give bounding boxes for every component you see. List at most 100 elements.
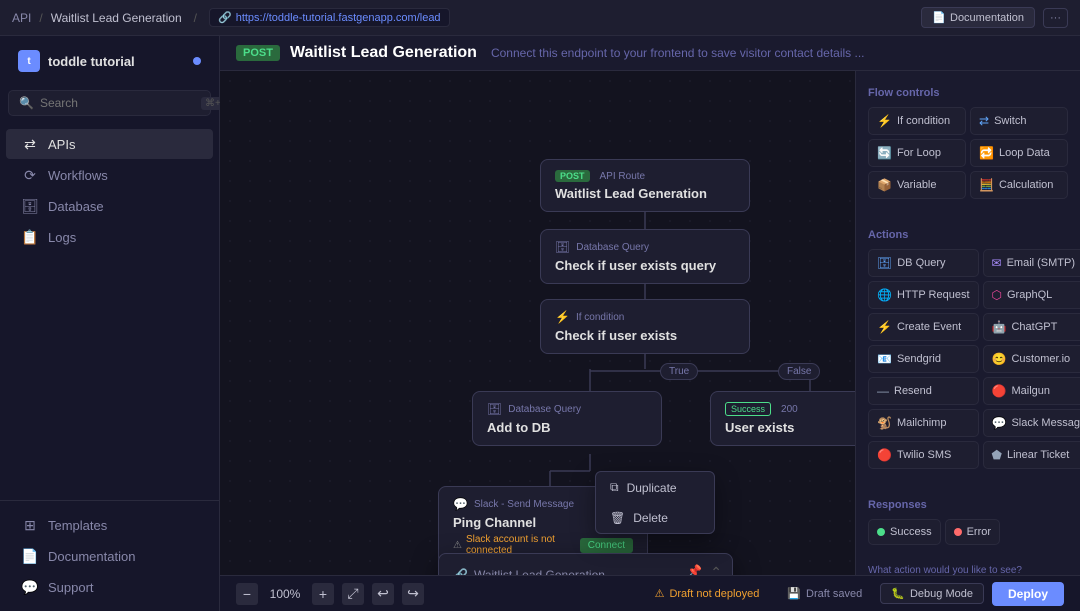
error-response-btn[interactable]: Error [945,519,1000,545]
templates-icon: ⊞ [22,517,38,533]
email-smtp-icon: ✉ [992,256,1002,270]
method-badge: POST [236,45,280,61]
tooltip-pin-icon[interactable]: 📌 [687,564,702,575]
api-route-title: Waitlist Lead Generation [555,186,735,201]
mailgun-label: Mailgun [1011,385,1050,397]
variable-btn-icon: 📦 [877,178,892,192]
sidebar-item-logs[interactable]: 📋 Logs [6,222,213,252]
sidebar-item-templates[interactable]: ⊞ Templates [6,510,213,540]
flow-canvas[interactable]: POST API Route Waitlist Lead Generation … [220,71,855,575]
sidebar-item-workflows[interactable]: ⟳ Workflows [6,160,213,190]
http-request-btn[interactable]: 🌐 HTTP Request [868,281,979,309]
slack-message-btn[interactable]: 💬 Slack Message [983,409,1080,437]
graphql-btn[interactable]: ⬡ GraphQL [983,281,1080,309]
debug-icon: 🐛 [891,587,905,600]
customerio-btn[interactable]: 😊 Customer.io [983,345,1080,373]
delete-icon: 🗑 [610,511,625,525]
support-icon: 💬 [22,579,38,595]
sidebar-item-support[interactable]: 💬 Support [6,572,213,602]
graphql-icon: ⬡ [992,288,1002,302]
add-db-icon: 🗄 [487,402,502,416]
calculation-btn-label: Calculation [999,179,1053,191]
page-header: POST Waitlist Lead Generation Connect th… [220,36,1080,71]
fit-screen-button[interactable]: ⤢ [342,583,364,605]
delete-menu-item[interactable]: 🗑 Delete [596,503,714,533]
success-response-btn[interactable]: Success [868,519,941,545]
graphql-label: GraphQL [1007,289,1052,301]
loop-data-btn-icon: 🔁 [979,146,994,160]
add-to-db-node[interactable]: 🗄 Database Query Add to DB [472,391,662,446]
zoom-in-button[interactable]: + [312,583,334,605]
slack-type: Slack - Send Message [474,499,574,510]
logs-label: Logs [48,230,76,245]
if-condition-node[interactable]: ⚡ If condition Check if user exists [540,299,750,354]
customerio-icon: 😊 [992,352,1007,366]
debug-mode-button[interactable]: 🐛 Debug Mode [880,583,984,604]
documentation-button[interactable]: 📄 Documentation [921,7,1035,28]
for-loop-btn[interactable]: 🔄 For Loop [868,139,966,167]
variable-btn[interactable]: 📦 Variable [868,171,966,199]
zoom-out-button[interactable]: − [236,583,258,605]
zoom-level: 100% [266,587,304,601]
http-request-icon: 🌐 [877,288,892,302]
db-query-1-node[interactable]: 🗄 Database Query Check if user exists qu… [540,229,750,284]
more-options-button[interactable]: ··· [1043,8,1068,28]
email-smtp-btn[interactable]: ✉ Email (SMTP) [983,249,1080,277]
sidebar-item-documentation[interactable]: 📄 Documentation [6,541,213,571]
db-query-action-label: DB Query [897,257,945,269]
responses-section-title: Responses [868,499,1068,511]
mailchimp-label: Mailchimp [897,417,947,429]
mailchimp-icon: 🐒 [877,416,892,430]
saved-icon: 💾 [787,587,801,600]
mailgun-icon: 🔴 [992,384,1007,398]
duplicate-menu-item[interactable]: ⧉ Duplicate [596,472,714,503]
breadcrumb-api[interactable]: API [12,11,31,25]
search-box[interactable]: 🔍 ⌘+k [8,90,211,116]
sidebar-item-apis[interactable]: ⇄ APIs [6,129,213,159]
app-name-item[interactable]: t toddle tutorial [10,44,209,78]
sidebar-item-database[interactable]: 🗄 Database [6,191,213,221]
resend-btn[interactable]: — Resend [868,377,979,405]
db-query-1-title: Check if user exists query [555,258,735,273]
tooltip-expand-icon[interactable]: ⌃ [710,564,722,575]
slack-message-icon: 💬 [992,416,1007,430]
true-label: True [660,363,698,380]
api-route-node[interactable]: POST API Route Waitlist Lead Generation [540,159,750,212]
status-code: 200 [781,404,798,415]
sendgrid-btn[interactable]: 📧 Sendgrid [868,345,979,373]
loop-data-btn[interactable]: 🔁 Loop Data [970,139,1068,167]
bottom-bar: − 100% + ⤢ ↩ ↪ ⚠ Draft not deployed 💾 Dr… [220,575,1080,611]
db-query-action-btn[interactable]: 🗄 DB Query [868,249,979,277]
workflows-icon: ⟳ [22,167,38,183]
documentation-label: Documentation [48,549,135,564]
linear-ticket-icon: ⬟ [992,448,1002,462]
redo-button[interactable]: ↪ [402,583,424,605]
user-exists-node[interactable]: Success 200 User exists [710,391,855,446]
endpoint-url[interactable]: 🔗 https://toddle-tutorial.fastgenapp.com… [209,8,450,27]
create-event-btn[interactable]: ⚡ Create Event [868,313,979,341]
api-type-label: API Route [600,171,646,182]
calculation-btn[interactable]: 🧮 Calculation [970,171,1068,199]
app-status-dot [193,57,201,65]
twilio-sms-btn[interactable]: 🔴 Twilio SMS [868,441,979,469]
deploy-button[interactable]: Deploy [992,582,1064,606]
if-condition-btn[interactable]: ⚡ If condition [868,107,966,135]
slack-connect-button[interactable]: Connect [580,538,633,553]
slack-icon: 💬 [453,497,468,511]
chatgpt-btn[interactable]: 🤖 ChatGPT [983,313,1080,341]
undo-button[interactable]: ↩ [372,583,394,605]
topbar: API / Waitlist Lead Generation / 🔗 https… [0,0,1080,36]
sidebar-app-header: t toddle tutorial [0,36,219,82]
mailgun-btn[interactable]: 🔴 Mailgun [983,377,1080,405]
url-text: https://toddle-tutorial.fastgenapp.com/l… [236,12,441,24]
if-icon: ⚡ [555,310,570,324]
search-input[interactable] [40,96,195,110]
sidebar-nav: ⇄ APIs ⟳ Workflows 🗄 Database 📋 Logs [0,124,219,500]
responses-grid: Success Error [868,519,1068,545]
context-menu: ⧉ Duplicate 🗑 Delete [595,471,715,534]
linear-ticket-btn[interactable]: ⬟ Linear Ticket [983,441,1080,469]
page-title: Waitlist Lead Generation [290,44,477,62]
switch-btn[interactable]: ⇄ Switch [970,107,1068,135]
search-icon: 🔍 [19,96,34,110]
mailchimp-btn[interactable]: 🐒 Mailchimp [868,409,979,437]
